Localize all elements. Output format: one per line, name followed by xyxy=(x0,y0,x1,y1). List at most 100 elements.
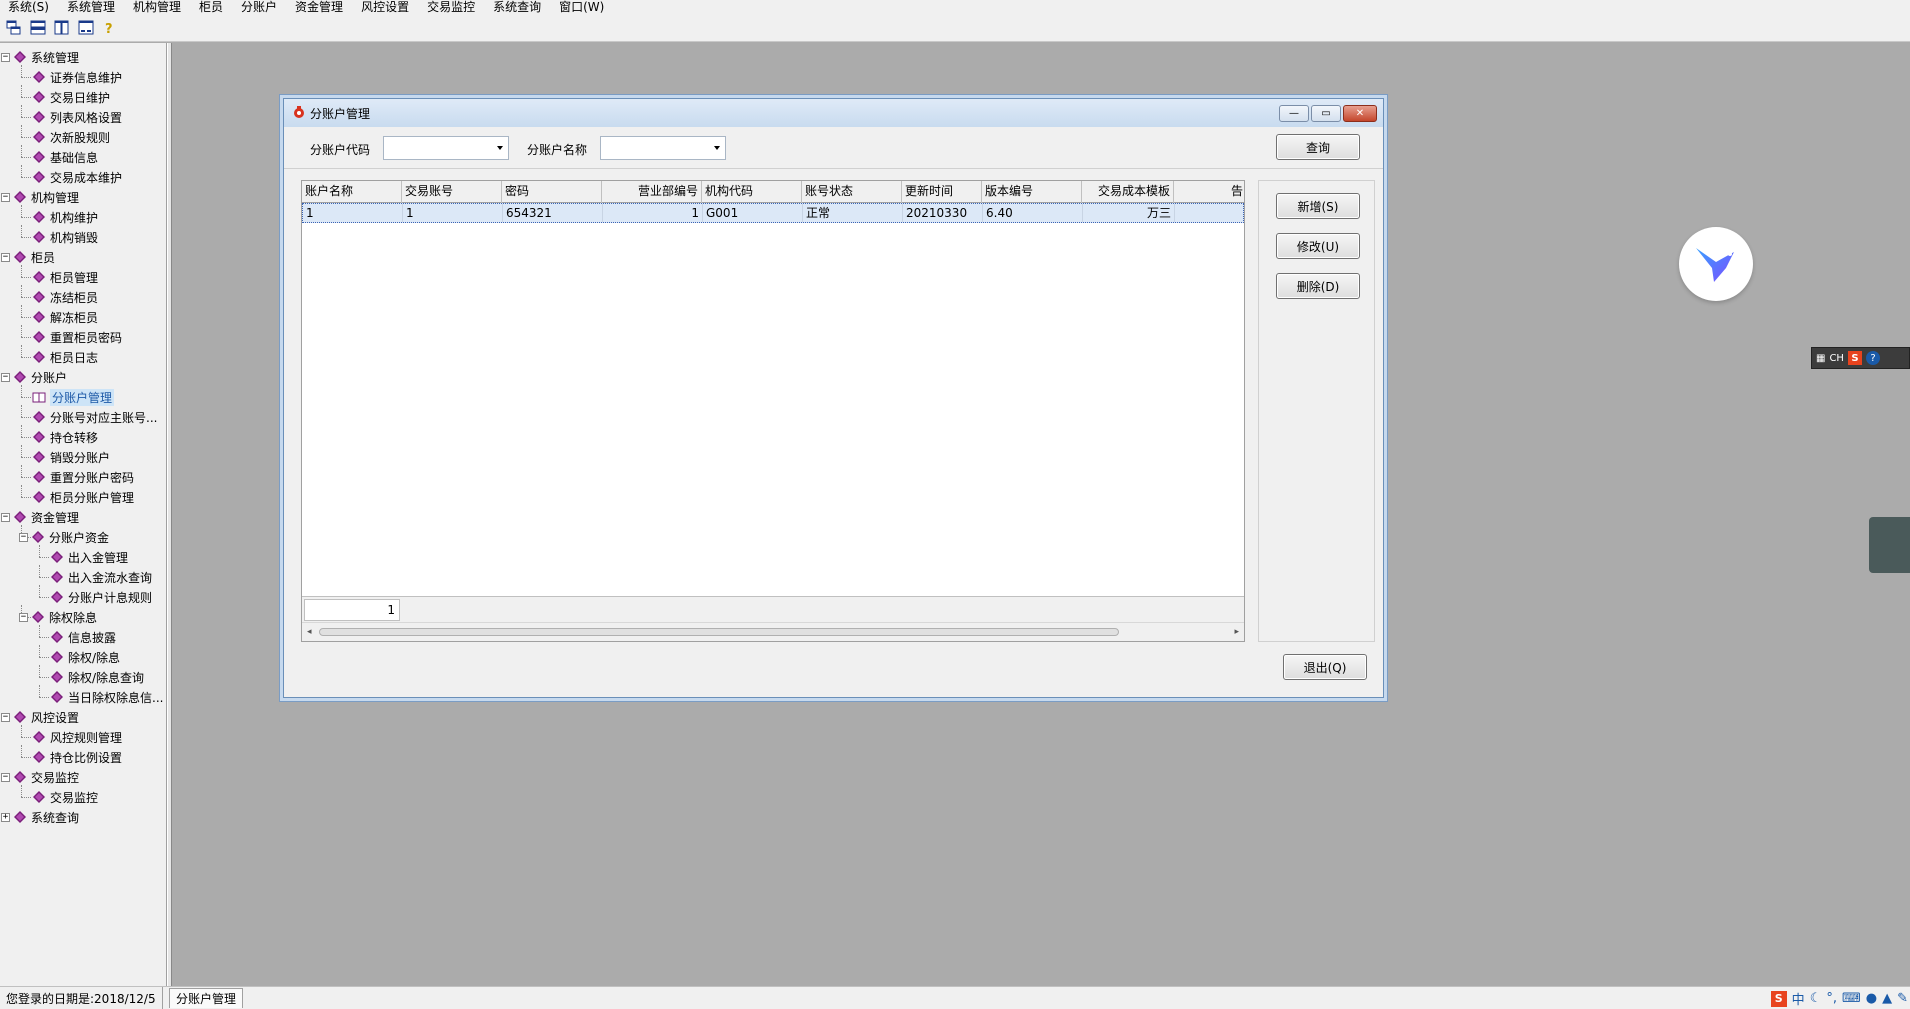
collapse-icon[interactable]: − xyxy=(1,772,10,782)
tree-item[interactable]: 重置分账户密码 xyxy=(32,467,134,487)
settings-wrench-icon[interactable]: ✎ xyxy=(1897,991,1908,1006)
tree-item[interactable]: 出入金管理 xyxy=(50,547,128,567)
moon-icon[interactable]: ☾ xyxy=(1810,991,1822,1006)
tree-item[interactable]: 冻结柜员 xyxy=(32,287,98,307)
collapse-icon[interactable]: − xyxy=(1,192,10,202)
tree-item[interactable]: 柜员分账户管理 xyxy=(32,487,134,507)
keyboard-icon[interactable]: ⌨ xyxy=(1842,991,1861,1006)
column-header[interactable]: 账号状态 xyxy=(802,181,902,203)
scroll-right-icon[interactable]: ▸ xyxy=(1234,627,1239,637)
tree-item[interactable]: 基础信息 xyxy=(32,147,98,167)
menu-system-management[interactable]: 系统管理 xyxy=(59,0,125,14)
column-header[interactable]: 密码 xyxy=(502,181,602,203)
table-row[interactable]: 1 1 654321 1 G001 正常 20210330 6.40 万三 xyxy=(302,203,1244,223)
tree-item[interactable]: 信息披露 xyxy=(50,627,116,647)
arrange-icons-icon[interactable] xyxy=(76,18,96,38)
collapse-icon[interactable]: − xyxy=(1,512,10,522)
tile-horizontal-icon[interactable] xyxy=(28,18,48,38)
menu-teller[interactable]: 柜员 xyxy=(191,0,233,14)
column-header[interactable]: 交易账号 xyxy=(402,181,502,203)
tree-item[interactable]: 交易成本维护 xyxy=(32,167,122,187)
tree-item[interactable]: 列表风格设置 xyxy=(32,107,122,127)
tree-group[interactable]: − 机构管理 xyxy=(1,187,79,207)
ime-toolbar[interactable]: ▦ CH S ? xyxy=(1811,347,1910,369)
add-button[interactable]: 新增(S) xyxy=(1276,193,1360,219)
column-header[interactable]: 账户名称 xyxy=(302,181,402,203)
delete-button[interactable]: 删除(D) xyxy=(1276,273,1360,299)
tree-item[interactable]: 除权/除息 xyxy=(50,647,120,667)
menu-sub-account[interactable]: 分账户 xyxy=(233,0,287,14)
tree-item[interactable]: − 除权除息 xyxy=(19,607,97,627)
tree-item[interactable]: 解冻柜员 xyxy=(32,307,98,327)
column-header[interactable]: 告 xyxy=(1174,181,1244,203)
menu-window[interactable]: 窗口(W) xyxy=(551,0,614,14)
maximize-button[interactable]: ▭ xyxy=(1311,105,1341,122)
tree-group[interactable]: − 柜员 xyxy=(1,247,55,267)
menu-risk-settings[interactable]: 风控设置 xyxy=(353,0,419,14)
column-header[interactable]: 更新时间 xyxy=(902,181,982,203)
menu-org-management[interactable]: 机构管理 xyxy=(125,0,191,14)
side-dock-tab[interactable] xyxy=(1869,517,1910,573)
collapse-icon[interactable]: − xyxy=(19,532,28,542)
tree-group[interactable]: − 风控设置 xyxy=(1,707,79,727)
sub-account-code-combo[interactable] xyxy=(383,136,509,160)
tree-item[interactable]: 交易日维护 xyxy=(32,87,110,107)
collapse-icon[interactable]: − xyxy=(19,612,28,622)
tree-item[interactable]: 分账户计息规则 xyxy=(50,587,152,607)
scroll-left-icon[interactable]: ◂ xyxy=(307,627,312,637)
tree-group[interactable]: − 交易监控 xyxy=(1,767,79,787)
collapse-icon[interactable]: − xyxy=(1,52,10,62)
tree-item[interactable]: 除权/除息查询 xyxy=(50,667,144,687)
sogou-icon[interactable]: S xyxy=(1770,990,1787,1007)
tree-group[interactable]: + 系统查询 xyxy=(1,807,79,827)
ime-language[interactable]: CH xyxy=(1829,353,1844,364)
collapse-icon[interactable]: − xyxy=(1,252,10,262)
tree-item[interactable]: 次新股规则 xyxy=(32,127,110,147)
help-icon[interactable]: ? xyxy=(100,18,120,38)
tree-item[interactable]: 当日除权除息信... xyxy=(50,687,163,707)
tree-item[interactable]: 持仓比例设置 xyxy=(32,747,122,767)
floating-bird-widget[interactable] xyxy=(1679,227,1753,301)
sogou-icon[interactable]: S xyxy=(1847,351,1862,365)
tree-item[interactable]: 分账户管理 xyxy=(32,387,115,407)
tree-item[interactable]: 交易监控 xyxy=(32,787,98,807)
column-header[interactable]: 交易成本模板 xyxy=(1082,181,1174,203)
ime-mode[interactable]: 中 xyxy=(1792,989,1805,1008)
tree-group[interactable]: − 资金管理 xyxy=(1,507,79,527)
cascade-windows-icon[interactable] xyxy=(4,18,24,38)
tree-item[interactable]: 柜员管理 xyxy=(32,267,98,287)
collapse-icon[interactable]: − xyxy=(1,372,10,382)
tree-item[interactable]: 机构销毁 xyxy=(32,227,98,247)
scrollbar-thumb[interactable] xyxy=(319,628,1119,636)
tree-item[interactable]: 出入金流水查询 xyxy=(50,567,152,587)
edit-button[interactable]: 修改(U) xyxy=(1276,233,1360,259)
menu-system-query[interactable]: 系统查询 xyxy=(485,0,551,14)
tree-item[interactable]: 销毁分账户 xyxy=(32,447,110,467)
query-button[interactable]: 查询 xyxy=(1276,134,1360,160)
menu-fund-management[interactable]: 资金管理 xyxy=(287,0,353,14)
skin-icon[interactable]: ▲ xyxy=(1882,991,1892,1006)
tree-item[interactable]: 柜员日志 xyxy=(32,347,98,367)
expand-icon[interactable]: + xyxy=(1,812,10,822)
collapse-icon[interactable]: − xyxy=(1,712,10,722)
menu-trade-monitor[interactable]: 交易监控 xyxy=(419,0,485,14)
menu-system[interactable]: 系统(S) xyxy=(0,0,59,14)
window-title-bar[interactable]: 分账户管理 — ▭ ✕ xyxy=(284,99,1383,127)
column-header[interactable]: 营业部编号 xyxy=(602,181,702,203)
tree-item[interactable]: 重置柜员密码 xyxy=(32,327,122,347)
tree-item[interactable]: 持仓转移 xyxy=(32,427,98,447)
tile-vertical-icon[interactable] xyxy=(52,18,72,38)
horizontal-scrollbar[interactable]: ◂ ▸ xyxy=(302,622,1244,641)
close-button[interactable]: ✕ xyxy=(1343,105,1377,122)
column-header[interactable]: 机构代码 xyxy=(702,181,802,203)
help-icon[interactable]: ? xyxy=(1865,351,1880,365)
tree-item[interactable]: 分账号对应主账号... xyxy=(32,407,157,427)
punctuation-icon[interactable]: °, xyxy=(1826,991,1837,1006)
sub-account-name-combo[interactable] xyxy=(600,136,726,160)
tree-item[interactable]: − 分账户资金 xyxy=(19,527,109,547)
tree-item[interactable]: 风控规则管理 xyxy=(32,727,122,747)
minimize-button[interactable]: — xyxy=(1279,105,1309,122)
column-header[interactable]: 版本编号 xyxy=(982,181,1082,203)
exit-button[interactable]: 退出(Q) xyxy=(1283,654,1367,680)
window-tab-sub-account[interactable]: 分账户管理 xyxy=(169,988,244,1008)
